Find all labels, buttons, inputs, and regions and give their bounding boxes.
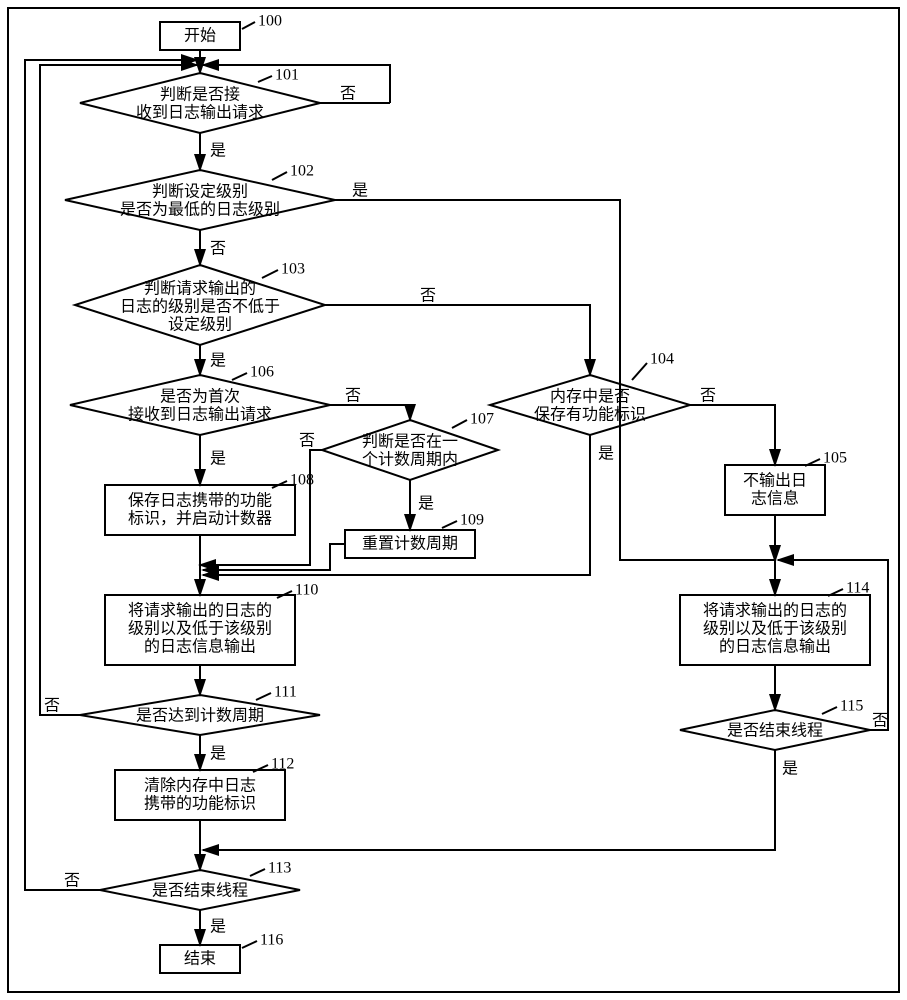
svg-text:否: 否 bbox=[299, 433, 315, 450]
svg-text:判断设定级别: 判断设定级别 bbox=[152, 183, 248, 201]
svg-text:是否为首次: 是否为首次 bbox=[160, 388, 240, 406]
svg-text:日志的级别是否不低于: 日志的级别是否不低于 bbox=[120, 298, 280, 316]
svg-text:114: 114 bbox=[846, 580, 869, 597]
svg-text:106: 106 bbox=[250, 364, 274, 381]
svg-text:是: 是 bbox=[598, 446, 614, 463]
svg-text:112: 112 bbox=[271, 756, 294, 773]
svg-text:116: 116 bbox=[260, 932, 283, 949]
svg-text:保存有功能标识: 保存有功能标识 bbox=[534, 406, 646, 424]
svg-text:105: 105 bbox=[823, 450, 847, 467]
svg-text:110: 110 bbox=[295, 582, 318, 599]
svg-text:109: 109 bbox=[460, 512, 484, 529]
svg-text:100: 100 bbox=[258, 13, 282, 30]
svg-text:判断是否接: 判断是否接 bbox=[160, 86, 240, 104]
svg-text:个计数周期内: 个计数周期内 bbox=[362, 451, 458, 469]
svg-text:是: 是 bbox=[782, 761, 798, 778]
svg-text:清除内存中日志: 清除内存中日志 bbox=[144, 777, 256, 795]
svg-text:判断是否在一: 判断是否在一 bbox=[362, 433, 458, 451]
svg-text:107: 107 bbox=[470, 411, 494, 428]
svg-text:设定级别: 设定级别 bbox=[168, 316, 232, 334]
svg-text:111: 111 bbox=[274, 684, 297, 701]
svg-text:级别以及低于该级别: 级别以及低于该级别 bbox=[703, 620, 847, 638]
svg-text:104: 104 bbox=[650, 351, 674, 368]
svg-text:内存中是否: 内存中是否 bbox=[550, 388, 630, 406]
svg-text:是: 是 bbox=[210, 746, 226, 763]
svg-text:携带的功能标识: 携带的功能标识 bbox=[144, 795, 256, 813]
svg-text:是: 是 bbox=[210, 451, 226, 468]
svg-text:113: 113 bbox=[268, 860, 291, 877]
svg-text:是否为最低的日志级别: 是否为最低的日志级别 bbox=[120, 201, 280, 219]
svg-text:将请求输出的日志的: 将请求输出的日志的 bbox=[128, 602, 272, 620]
svg-text:是: 是 bbox=[210, 919, 226, 936]
svg-text:志信息: 志信息 bbox=[751, 490, 799, 508]
svg-text:级别以及低于该级别: 级别以及低于该级别 bbox=[128, 620, 272, 638]
svg-text:的日志信息输出: 的日志信息输出 bbox=[719, 638, 831, 656]
svg-text:重置计数周期: 重置计数周期 bbox=[362, 535, 458, 553]
svg-text:结束: 结束 bbox=[184, 950, 216, 968]
svg-text:否: 否 bbox=[340, 86, 356, 103]
svg-text:否: 否 bbox=[420, 288, 436, 305]
svg-text:接收到日志输出请求: 接收到日志输出请求 bbox=[128, 406, 272, 424]
svg-text:是否结束线程: 是否结束线程 bbox=[152, 882, 248, 900]
svg-text:的日志信息输出: 的日志信息输出 bbox=[144, 638, 256, 656]
svg-text:是否达到计数周期: 是否达到计数周期 bbox=[136, 707, 264, 725]
svg-text:将请求输出的日志的: 将请求输出的日志的 bbox=[703, 602, 847, 620]
svg-text:不输出日: 不输出日 bbox=[743, 472, 807, 490]
svg-text:是: 是 bbox=[418, 496, 434, 513]
svg-text:否: 否 bbox=[210, 241, 226, 258]
svg-text:103: 103 bbox=[281, 261, 305, 278]
svg-text:否: 否 bbox=[64, 873, 80, 890]
svg-text:保存日志携带的功能: 保存日志携带的功能 bbox=[128, 492, 272, 510]
svg-text:否: 否 bbox=[345, 388, 361, 405]
svg-text:115: 115 bbox=[840, 698, 863, 715]
svg-text:是: 是 bbox=[352, 183, 368, 200]
node-110: 将请求输出的日志的 级别以及低于该级别 的日志信息输出 110 bbox=[105, 582, 318, 665]
svg-text:是: 是 bbox=[210, 353, 226, 370]
svg-text:否: 否 bbox=[700, 388, 716, 405]
svg-text:标识，并启动计数器: 标识，并启动计数器 bbox=[128, 510, 272, 528]
svg-text:101: 101 bbox=[275, 67, 299, 84]
svg-text:判断请求输出的: 判断请求输出的 bbox=[144, 280, 256, 298]
svg-text:否: 否 bbox=[44, 698, 60, 715]
svg-text:是否结束线程: 是否结束线程 bbox=[727, 722, 823, 740]
svg-text:是: 是 bbox=[210, 143, 226, 160]
svg-text:开始: 开始 bbox=[184, 27, 216, 45]
svg-text:收到日志输出请求: 收到日志输出请求 bbox=[136, 104, 264, 122]
svg-text:102: 102 bbox=[290, 163, 314, 180]
svg-text:否: 否 bbox=[872, 713, 888, 730]
